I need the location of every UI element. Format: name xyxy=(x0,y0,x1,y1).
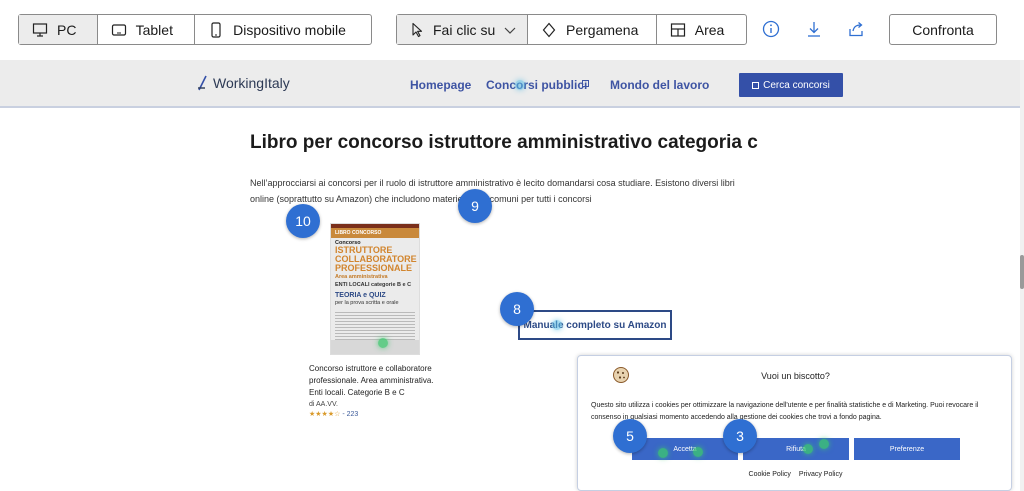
scroll-icon xyxy=(540,21,558,39)
click-rank-badge[interactable]: 8 xyxy=(500,292,534,326)
area-icon xyxy=(669,21,687,39)
click-heat-point xyxy=(378,338,388,348)
cookie-accept-button[interactable]: Accetta xyxy=(632,438,738,460)
click-rank-badge[interactable]: 5 xyxy=(613,419,647,453)
click-heat-point xyxy=(693,447,703,457)
click-rank-badge[interactable]: 9 xyxy=(458,189,492,223)
mode-click-label: Fai clic su xyxy=(433,21,496,38)
click-rank-badge[interactable]: 3 xyxy=(723,419,757,453)
nav-dropdown-icon xyxy=(582,80,589,87)
cookie-banner: Vuoi un biscotto? Questo sito utilizza i… xyxy=(577,355,1012,491)
mode-selector: Fai clic su Pergamena Area xyxy=(396,14,747,45)
book-cover[interactable]: LIBRO CONCORSO Concorso ISTRUTTORE COLLA… xyxy=(330,223,420,355)
book-info: Concorso istruttore e collaboratore prof… xyxy=(309,363,441,418)
cursor-icon xyxy=(409,21,425,39)
book-author: di AA.VV. xyxy=(309,401,338,408)
compare-button[interactable]: Confronta xyxy=(889,14,997,45)
page-preview: WorkingItaly Homepage Concorsi pubblici … xyxy=(0,60,1024,491)
device-mobile-button[interactable]: Dispositivo mobile xyxy=(195,15,371,44)
device-selector: PC Tablet Dispositivo mobile xyxy=(18,14,372,45)
review-count: - 223 xyxy=(342,411,359,418)
cookie-title: Vuoi un biscotto? xyxy=(761,371,830,381)
mobile-icon xyxy=(207,21,225,39)
page-scrollbar-thumb[interactable] xyxy=(1020,255,1024,289)
click-heat-point xyxy=(819,439,829,449)
cerca-label: Cerca concorsi xyxy=(763,79,830,91)
device-tablet-label: Tablet xyxy=(135,21,173,38)
cover-sub: Area amministrativa xyxy=(335,274,388,280)
cookie-reject-button[interactable]: Rifiuta xyxy=(743,438,849,460)
click-heat-point xyxy=(803,444,813,454)
cover-header: LIBRO CONCORSO xyxy=(335,230,382,236)
heatmap-viewer: PC Tablet Dispositivo mobile Fai clic su… xyxy=(0,0,1024,491)
review-count-value: 223 xyxy=(346,411,359,418)
cover-teoria: TEORIA e QUIZ xyxy=(335,292,386,299)
desktop-icon xyxy=(31,21,49,39)
cover-enti: ENTI LOCALI categorie B e C xyxy=(335,282,412,288)
book-title[interactable]: Concorso istruttore e collaboratore prof… xyxy=(309,363,441,399)
star-rating-icon: ★★★★☆ xyxy=(309,411,341,418)
site-header: WorkingItaly Homepage Concorsi pubblici … xyxy=(0,60,1020,108)
nav-mondo-lavoro[interactable]: Mondo del lavoro xyxy=(610,78,709,92)
cover-header-band: LIBRO CONCORSO xyxy=(331,228,419,238)
logo-mark-icon xyxy=(198,75,207,91)
cover-text-lines xyxy=(335,310,415,340)
click-heat-point xyxy=(515,80,525,90)
cover-title-3: PROFESSIONALE xyxy=(335,263,413,273)
cookie-text: Questo sito utilizza i cookies per ottim… xyxy=(591,402,979,421)
device-mobile-label: Dispositivo mobile xyxy=(233,21,346,38)
book-card[interactable]: LIBRO CONCORSO Concorso ISTRUTTORE COLLA… xyxy=(305,223,443,419)
cover-teoria-sub: per la prova scritta e orale xyxy=(335,300,399,306)
info-icon[interactable] xyxy=(761,19,781,39)
cookie-preferences-button[interactable]: Preferenze xyxy=(854,438,960,460)
device-tablet-button[interactable]: Tablet xyxy=(98,15,196,44)
nav-homepage[interactable]: Homepage xyxy=(410,78,471,92)
device-pc-button[interactable]: PC xyxy=(19,15,98,44)
cookie-policy-link[interactable]: Cookie Policy xyxy=(749,471,791,478)
click-heat-point xyxy=(552,320,562,330)
download-icon[interactable] xyxy=(804,19,824,39)
cover-footer xyxy=(331,340,419,354)
tablet-icon xyxy=(110,21,128,39)
book-rating: ★★★★☆ - 223 xyxy=(309,410,441,418)
cookie-links: Cookie Policy Privacy Policy xyxy=(578,471,1013,478)
device-pc-label: PC xyxy=(57,21,77,38)
mode-click-button[interactable]: Fai clic su xyxy=(397,15,528,44)
mode-area-button[interactable]: Area xyxy=(657,15,746,44)
page-title: Libro per concorso istruttore amministra… xyxy=(250,132,758,153)
amazon-button[interactable]: Manuale completo su Amazon xyxy=(518,310,672,340)
nav-concorsi-pubblici[interactable]: Concorsi pubblici xyxy=(486,78,587,92)
cerca-concorsi-button[interactable]: Cerca concorsi xyxy=(739,73,843,97)
viewer-toolbar: PC Tablet Dispositivo mobile Fai clic su… xyxy=(0,0,1024,60)
site-logo[interactable]: WorkingItaly xyxy=(197,74,290,92)
square-icon xyxy=(752,81,760,89)
article-intro: Nell’approcciarsi ai concorsi per il ruo… xyxy=(250,173,790,209)
mode-scroll-label: Pergamena xyxy=(566,21,639,38)
mode-scroll-button[interactable]: Pergamena xyxy=(528,15,657,44)
click-rank-badge[interactable]: 10 xyxy=(286,204,320,238)
click-heat-point xyxy=(658,448,668,458)
logo-text: WorkingItaly xyxy=(213,75,290,91)
privacy-policy-link[interactable]: Privacy Policy xyxy=(799,471,843,478)
mode-area-label: Area xyxy=(694,21,725,38)
chevron-down-icon xyxy=(503,21,517,39)
share-icon[interactable] xyxy=(846,19,866,39)
